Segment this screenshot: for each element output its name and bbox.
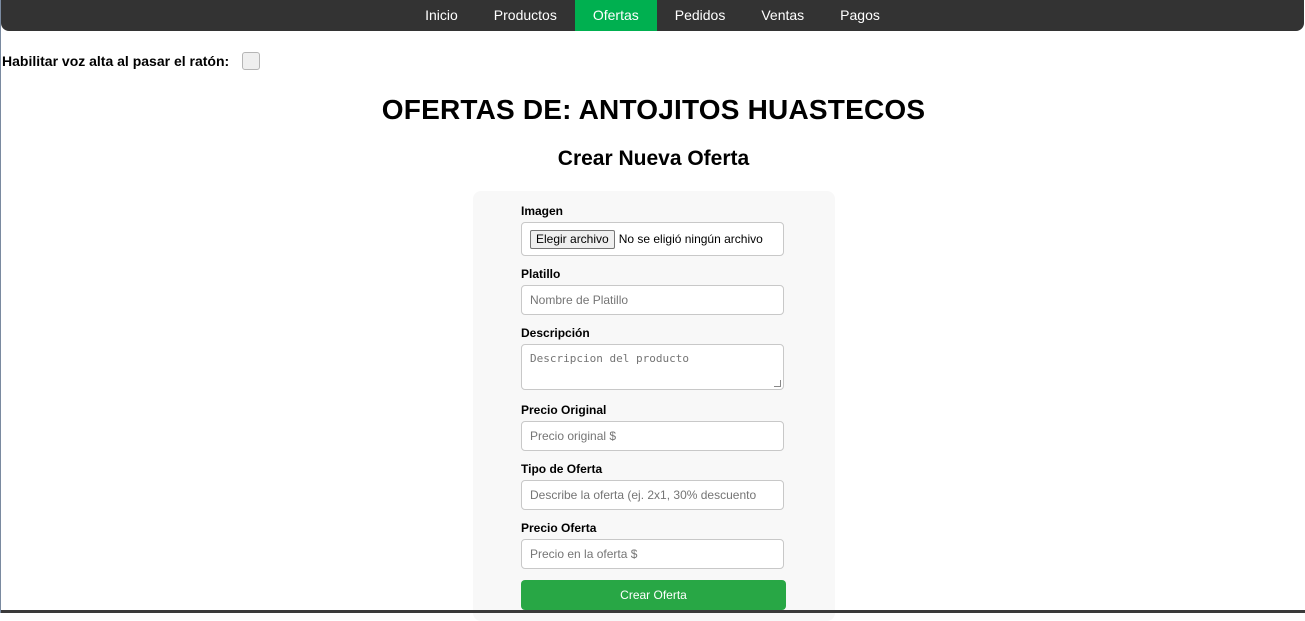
voice-toggle-label: Habilitar voz alta al pasar el ratón: (2, 53, 230, 69)
nav-item-inicio[interactable]: Inicio (407, 0, 476, 31)
file-status-text: No se eligió ningún archivo (618, 232, 763, 246)
resize-grip-icon[interactable] (774, 380, 781, 387)
description-label: Descripción (521, 326, 590, 340)
image-file-input[interactable]: Elegir archivo No se eligió ningún archi… (521, 222, 784, 256)
form-title: Crear Nueva Oferta (557, 147, 750, 170)
voice-toggle-checkbox[interactable] (242, 52, 261, 70)
page-title: OFERTAS DE: ANTOJITOS HUASTECOS (381, 94, 926, 125)
nav-item-productos[interactable]: Productos (476, 0, 575, 31)
choose-file-button[interactable]: Elegir archivo (530, 229, 615, 249)
description-placeholder: Descripcion del producto (530, 352, 689, 365)
create-offer-button[interactable]: Crear Oferta (521, 580, 786, 610)
nav-item-ofertas[interactable]: Ofertas (574, 0, 657, 31)
offer-price-label: Precio Oferta (521, 521, 597, 535)
nav-item-pedidos[interactable]: Pedidos (657, 0, 744, 31)
image-label: Imagen (521, 204, 564, 218)
offer-type-input[interactable]: Describe la oferta (ej. 2x1, 30% descuen… (521, 480, 784, 510)
offer-type-label: Tipo de Oferta (521, 462, 603, 476)
top-navbar: Inicio Productos Ofertas Pedidos Ventas … (1, 0, 1304, 31)
nav-item-pagos[interactable]: Pagos (822, 0, 898, 31)
dish-input[interactable]: Nombre de Platillo (521, 285, 784, 315)
nav-item-ventas[interactable]: Ventas (743, 0, 822, 31)
dish-label: Platillo (521, 267, 561, 281)
original-price-input[interactable]: Precio original $ (521, 421, 784, 451)
voice-toggle-row: Habilitar voz alta al pasar el ratón: (2, 52, 261, 70)
original-price-label: Precio Original (521, 403, 607, 417)
description-textarea[interactable]: Descripcion del producto (521, 344, 784, 390)
offer-price-input[interactable]: Precio en la oferta $ (521, 539, 784, 569)
